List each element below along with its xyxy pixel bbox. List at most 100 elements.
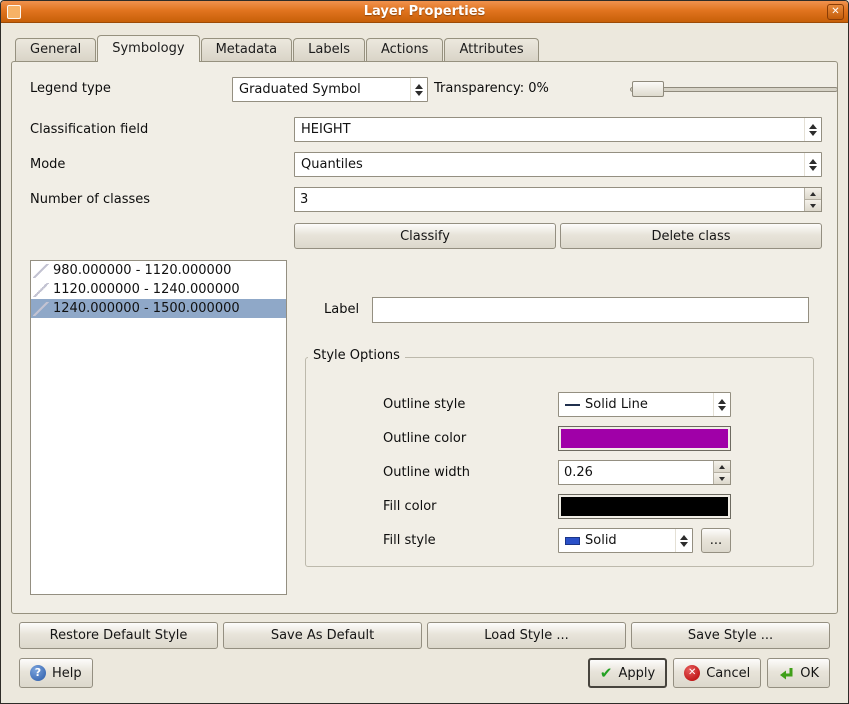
tab-metadata[interactable]: Metadata [201, 38, 293, 61]
tab-labels[interactable]: Labels [293, 38, 365, 61]
style-buttons-row: Restore Default Style Save As Default Lo… [19, 622, 830, 649]
transparency-slider[interactable] [630, 80, 838, 98]
fill-style-swatch-icon [565, 537, 580, 545]
layer-properties-window: Layer Properties ✕ General Symbology Met… [0, 0, 849, 704]
apply-button[interactable]: ✔ Apply [588, 658, 667, 688]
class-list-item[interactable]: 980.000000 - 1120.000000 [31, 261, 286, 280]
window-title: Layer Properties [1, 4, 848, 19]
outline-style-value: Solid Line [585, 397, 648, 412]
number-of-classes-input[interactable] [295, 188, 804, 211]
save-style-button[interactable]: Save Style ... [631, 622, 830, 649]
triangle-down-icon [810, 204, 816, 208]
outline-color-button[interactable] [558, 426, 731, 451]
combo-arrows-icon [804, 118, 821, 141]
combo-arrows-icon [804, 153, 821, 176]
apply-label: Apply [618, 666, 655, 681]
outline-color-swatch [561, 429, 728, 448]
ok-label: OK [800, 666, 819, 681]
close-icon: ✕ [831, 6, 839, 17]
triangle-down-icon [415, 91, 423, 96]
class-symbol-icon [33, 302, 49, 316]
combo-arrows-icon [713, 393, 730, 416]
spin-down-button[interactable] [805, 199, 821, 211]
combo-arrows-icon [675, 529, 692, 552]
triangle-up-icon [809, 124, 817, 129]
class-symbol-icon [33, 264, 49, 278]
fill-style-value: Solid [585, 533, 617, 548]
class-list[interactable]: 980.000000 - 1120.000000 1120.000000 - 1… [30, 260, 287, 595]
class-list-item-selected[interactable]: 1240.000000 - 1500.000000 [31, 299, 286, 318]
number-of-classes-spinner[interactable] [294, 187, 822, 212]
triangle-up-icon [680, 535, 688, 540]
slider-handle[interactable] [632, 81, 664, 97]
class-range-label: 1120.000000 - 1240.000000 [53, 282, 240, 297]
triangle-up-icon [719, 465, 725, 469]
footer: ? Help ✔ Apply ✕ Cancel OK [19, 658, 830, 688]
style-options-group: Style Options Outline style Solid Line O… [305, 357, 814, 567]
triangle-down-icon [680, 542, 688, 547]
mode-label: Mode [30, 157, 65, 172]
triangle-down-icon [719, 477, 725, 481]
fill-color-button[interactable] [558, 494, 731, 519]
class-range-label: 980.000000 - 1120.000000 [53, 263, 231, 278]
restore-default-style-button[interactable]: Restore Default Style [19, 622, 218, 649]
spin-down-button[interactable] [714, 472, 730, 484]
fill-style-label: Fill style [383, 533, 436, 548]
legend-type-value: Graduated Symbol [239, 82, 361, 97]
triangle-up-icon [415, 84, 423, 89]
spin-up-button[interactable] [805, 188, 821, 199]
label-input[interactable] [372, 297, 809, 323]
spinner-buttons [804, 188, 821, 211]
outline-color-label: Outline color [383, 431, 466, 446]
tab-actions[interactable]: Actions [366, 38, 444, 61]
outline-width-spinner[interactable] [558, 460, 731, 485]
symbology-panel: Legend type Graduated Symbol Transparenc… [11, 61, 838, 614]
help-icon: ? [30, 665, 46, 681]
spin-up-button[interactable] [714, 461, 730, 472]
legend-type-label: Legend type [30, 81, 111, 96]
help-button[interactable]: ? Help [19, 658, 93, 688]
tab-general[interactable]: General [15, 38, 96, 61]
classification-field-value: HEIGHT [301, 122, 351, 137]
outline-style-label: Outline style [383, 397, 465, 412]
triangle-up-icon [810, 192, 816, 196]
label-field-label: Label [324, 302, 359, 317]
cancel-button[interactable]: ✕ Cancel [673, 658, 761, 688]
load-style-button[interactable]: Load Style ... [427, 622, 626, 649]
titlebar[interactable]: Layer Properties ✕ [1, 1, 848, 23]
class-list-item[interactable]: 1120.000000 - 1240.000000 [31, 280, 286, 299]
triangle-down-icon [718, 406, 726, 411]
save-as-default-button[interactable]: Save As Default [223, 622, 422, 649]
triangle-down-icon [809, 131, 817, 136]
mode-select[interactable]: Quantiles [294, 152, 822, 177]
combo-arrows-icon [410, 78, 427, 101]
tab-attributes[interactable]: Attributes [444, 38, 538, 61]
close-button[interactable]: ✕ [827, 4, 844, 20]
fill-color-swatch [561, 497, 728, 516]
cancel-icon: ✕ [684, 665, 700, 681]
fill-style-more-button[interactable]: ... [701, 528, 731, 553]
outline-width-label: Outline width [383, 465, 470, 480]
outline-style-select[interactable]: Solid Line [558, 392, 731, 417]
ok-button[interactable]: OK [767, 658, 830, 688]
style-options-title: Style Options [308, 348, 405, 363]
classification-field-select[interactable]: HEIGHT [294, 117, 822, 142]
transparency-label: Transparency: 0% [434, 81, 549, 96]
class-symbol-icon [33, 283, 49, 297]
cancel-label: Cancel [706, 666, 750, 681]
tab-symbology[interactable]: Symbology [97, 35, 199, 62]
spinner-buttons [713, 461, 730, 484]
apply-check-icon: ✔ [600, 666, 613, 681]
triangle-down-icon [809, 166, 817, 171]
triangle-up-icon [718, 399, 726, 404]
fill-style-select[interactable]: Solid [558, 528, 693, 553]
outline-width-input[interactable] [559, 461, 713, 484]
legend-type-select[interactable]: Graduated Symbol [232, 77, 428, 102]
solid-line-preview-icon [565, 404, 580, 406]
tab-bar: General Symbology Metadata Labels Action… [1, 36, 848, 61]
help-label: Help [52, 666, 82, 681]
classification-field-label: Classification field [30, 122, 148, 137]
number-of-classes-label: Number of classes [30, 192, 150, 207]
classify-button[interactable]: Classify [294, 223, 556, 249]
delete-class-button[interactable]: Delete class [560, 223, 822, 249]
